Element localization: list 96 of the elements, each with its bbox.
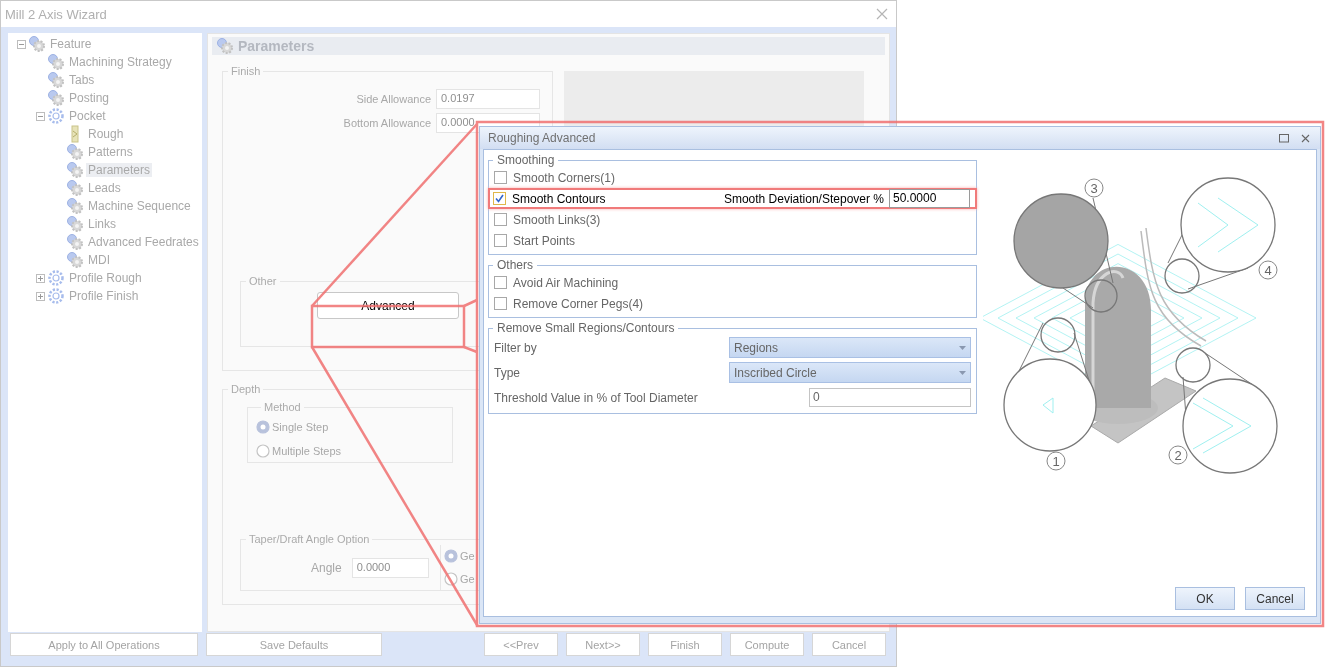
collapse-icon[interactable] <box>35 111 45 121</box>
gears-icon <box>66 161 84 179</box>
field-label: Smooth Deviation/Stepover % <box>723 191 884 206</box>
callout-number: 1 <box>1052 454 1060 469</box>
input-field[interactable]: 0.0000 <box>351 557 429 578</box>
checkbox[interactable] <box>494 213 507 226</box>
footer-button[interactable]: Compute <box>730 633 804 656</box>
gears-icon <box>66 215 84 233</box>
tree-item[interactable]: Rough <box>86 127 126 141</box>
option-label: Multiple Steps <box>272 445 342 457</box>
group-title: Others <box>496 258 534 272</box>
checkbox-label: Remove Corner Pegs(4) <box>513 296 644 311</box>
tree-item[interactable]: Posting <box>67 91 112 105</box>
tree-item[interactable]: Machine Sequence <box>86 199 193 213</box>
checkbox[interactable] <box>493 192 506 205</box>
maximize-icon[interactable] <box>1279 133 1289 143</box>
checkbox[interactable] <box>494 234 507 247</box>
input-field[interactable]: 50.0000 <box>889 189 970 208</box>
group-title: Finish <box>230 65 262 77</box>
gear-icon <box>47 107 65 125</box>
footer-button[interactable]: <<Prev <box>484 633 558 656</box>
option-label: Single Step <box>272 421 329 433</box>
checkbox-label: Smooth Contours <box>512 191 606 206</box>
tree-item[interactable]: Parameters <box>86 163 153 177</box>
group-title: Smoothing <box>496 153 556 167</box>
dropdown[interactable]: Inscribed Circle <box>729 362 971 383</box>
tree-item[interactable]: Feature <box>48 37 94 51</box>
footer-button[interactable]: Save Defaults <box>206 633 382 656</box>
radio-button[interactable] <box>444 549 458 564</box>
field-label: Type <box>494 365 521 380</box>
checkbox-label: Start Points <box>513 233 576 248</box>
dropdown-value: Inscribed Circle <box>734 365 817 380</box>
radio-button[interactable] <box>256 444 270 458</box>
gears-icon <box>66 233 84 251</box>
group-title: Other <box>248 275 278 287</box>
gears-icon <box>47 71 65 89</box>
field-label: Side Allowance <box>356 93 431 105</box>
expand-icon[interactable] <box>35 291 45 301</box>
checkbox[interactable] <box>494 171 507 184</box>
caret-icon <box>959 370 966 375</box>
checkbox-label: Smooth Corners(1) <box>513 170 616 185</box>
input-field[interactable]: 0 <box>809 388 971 407</box>
tree-item[interactable]: Advanced Feedrates <box>86 235 201 249</box>
field-label: Threshold Value in % of Tool Diameter <box>494 390 699 405</box>
gear-icon <box>47 287 65 305</box>
callout-number: 3 <box>1090 181 1098 196</box>
expand-icon[interactable] <box>35 273 45 283</box>
option-label: Ge <box>460 550 475 563</box>
field-label: Filter by <box>494 340 538 355</box>
ok-button[interactable]: OK <box>1175 587 1235 610</box>
collapse-icon[interactable] <box>16 39 26 49</box>
dropdown-value: Regions <box>734 340 779 355</box>
gears-icon <box>66 179 84 197</box>
tree-item[interactable]: Patterns <box>86 145 135 159</box>
group-title: Method <box>263 401 302 413</box>
checkbox-label: Avoid Air Machining <box>513 275 619 290</box>
tree-item[interactable]: MDI <box>86 253 112 267</box>
tree-item[interactable]: Pocket <box>67 109 108 123</box>
window-title: Mill 2 Axis Wizard <box>5 6 107 22</box>
gears-icon <box>66 251 84 269</box>
field-label: Angle <box>311 560 342 575</box>
option-label: Ge <box>460 572 475 585</box>
gears-icon <box>66 143 84 161</box>
group-title: Remove Small Regions/Contours <box>496 321 676 335</box>
footer-button[interactable]: Finish <box>648 633 722 656</box>
tree-item[interactable]: Leads <box>86 181 123 195</box>
tree-item[interactable]: Profile Finish <box>67 289 141 303</box>
gears-icon <box>47 89 65 107</box>
gear-icon <box>47 269 65 287</box>
footer-button[interactable]: Next>> <box>566 633 640 656</box>
tree-item[interactable]: Tabs <box>67 73 97 87</box>
footer-button[interactable]: Apply to All Operations <box>10 633 198 656</box>
callout-number: 4 <box>1264 263 1272 278</box>
input-field[interactable]: 0.0197 <box>436 89 540 109</box>
callout-number: 2 <box>1174 448 1182 463</box>
gears-icon <box>47 53 65 71</box>
cancel-button[interactable]: Cancel <box>1245 587 1305 610</box>
group-title: Depth <box>230 383 262 395</box>
checkbox-label: Smooth Links(3) <box>513 212 601 227</box>
dialog-title: Roughing Advanced <box>488 131 596 145</box>
dropdown[interactable]: Regions <box>729 337 971 358</box>
radio-button[interactable] <box>444 571 458 586</box>
tree-item[interactable]: Machining Strategy <box>67 55 174 69</box>
checkbox[interactable] <box>494 297 507 310</box>
caret-icon <box>959 345 966 350</box>
tree-item[interactable]: Links <box>86 217 118 231</box>
close-icon[interactable] <box>876 8 888 20</box>
tree-item[interactable]: Profile Rough <box>67 271 144 285</box>
footer-button[interactable]: Cancel <box>812 633 886 656</box>
group-title: Taper/Draft Angle Option <box>248 533 371 545</box>
checkbox[interactable] <box>494 276 507 289</box>
radio-button[interactable] <box>256 420 270 434</box>
advanced-button[interactable]: Advanced <box>317 292 459 319</box>
close-icon[interactable] <box>1301 133 1310 143</box>
field-label: Bottom Allowance <box>343 117 431 129</box>
gears-icon <box>66 197 84 215</box>
